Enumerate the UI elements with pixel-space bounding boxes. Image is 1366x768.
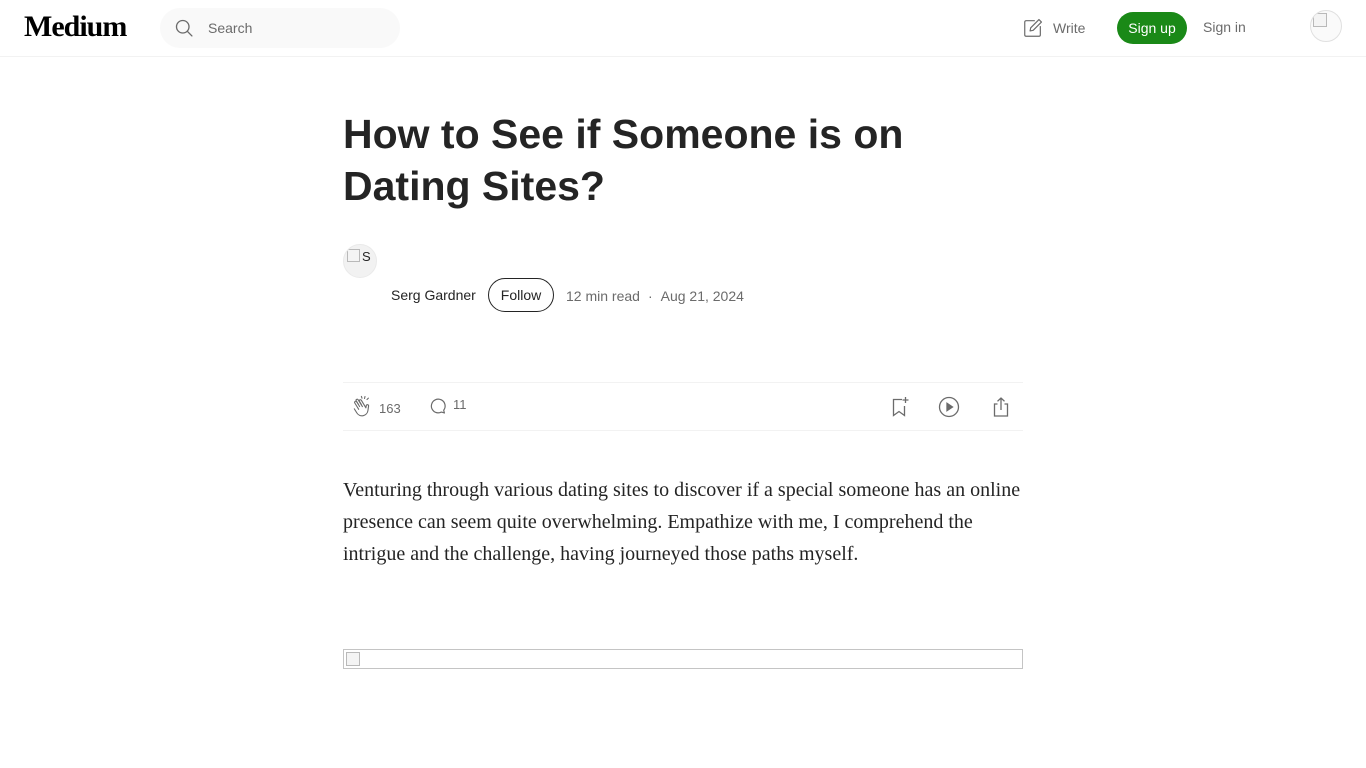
- author-avatar[interactable]: S: [343, 244, 377, 278]
- clap-icon: [353, 395, 370, 417]
- clap-button[interactable]: 163: [351, 395, 401, 419]
- article-paragraph: Venturing through various dating sites t…: [343, 479, 1021, 565]
- article-action-bar: 163 11: [343, 382, 1023, 431]
- article-title: How to See if Someone is on Dating Sites…: [343, 111, 904, 209]
- article-image: [343, 649, 1023, 669]
- meta-separator: ·: [647, 288, 653, 304]
- article-meta: 12 min read · Aug 21, 2024: [566, 288, 744, 304]
- response-count: 11: [453, 396, 467, 412]
- write-label: Write: [1053, 20, 1086, 36]
- listen-play-icon[interactable]: [937, 395, 961, 419]
- read-time: 12 min read: [566, 288, 640, 304]
- search-box[interactable]: [160, 8, 400, 48]
- publish-date: Aug 21, 2024: [660, 288, 744, 304]
- write-button[interactable]: Write: [1022, 16, 1085, 40]
- share-icon[interactable]: [989, 395, 1013, 419]
- user-avatar[interactable]: [1310, 10, 1342, 42]
- sign-in-link[interactable]: Sign in: [1203, 19, 1246, 35]
- clap-count: 163: [379, 400, 401, 416]
- bookmark-add-icon[interactable]: [887, 395, 911, 419]
- broken-image-icon: [1313, 13, 1327, 27]
- search-icon: [175, 19, 193, 37]
- broken-image-icon: [347, 249, 360, 262]
- top-navigation-bar: Medium Write Sign up Sign in: [0, 0, 1366, 57]
- comment-icon: [430, 398, 446, 414]
- medium-logo[interactable]: Medium: [24, 10, 127, 44]
- author-name[interactable]: Serg Gardner: [391, 287, 476, 303]
- broken-image-icon: [346, 652, 360, 666]
- sign-up-button[interactable]: Sign up: [1117, 12, 1187, 44]
- follow-button[interactable]: Follow: [488, 278, 554, 312]
- author-avatar-alt: S: [362, 249, 371, 264]
- write-icon: [1024, 18, 1043, 37]
- search-input[interactable]: [208, 8, 388, 48]
- responses-button[interactable]: 11: [427, 395, 467, 417]
